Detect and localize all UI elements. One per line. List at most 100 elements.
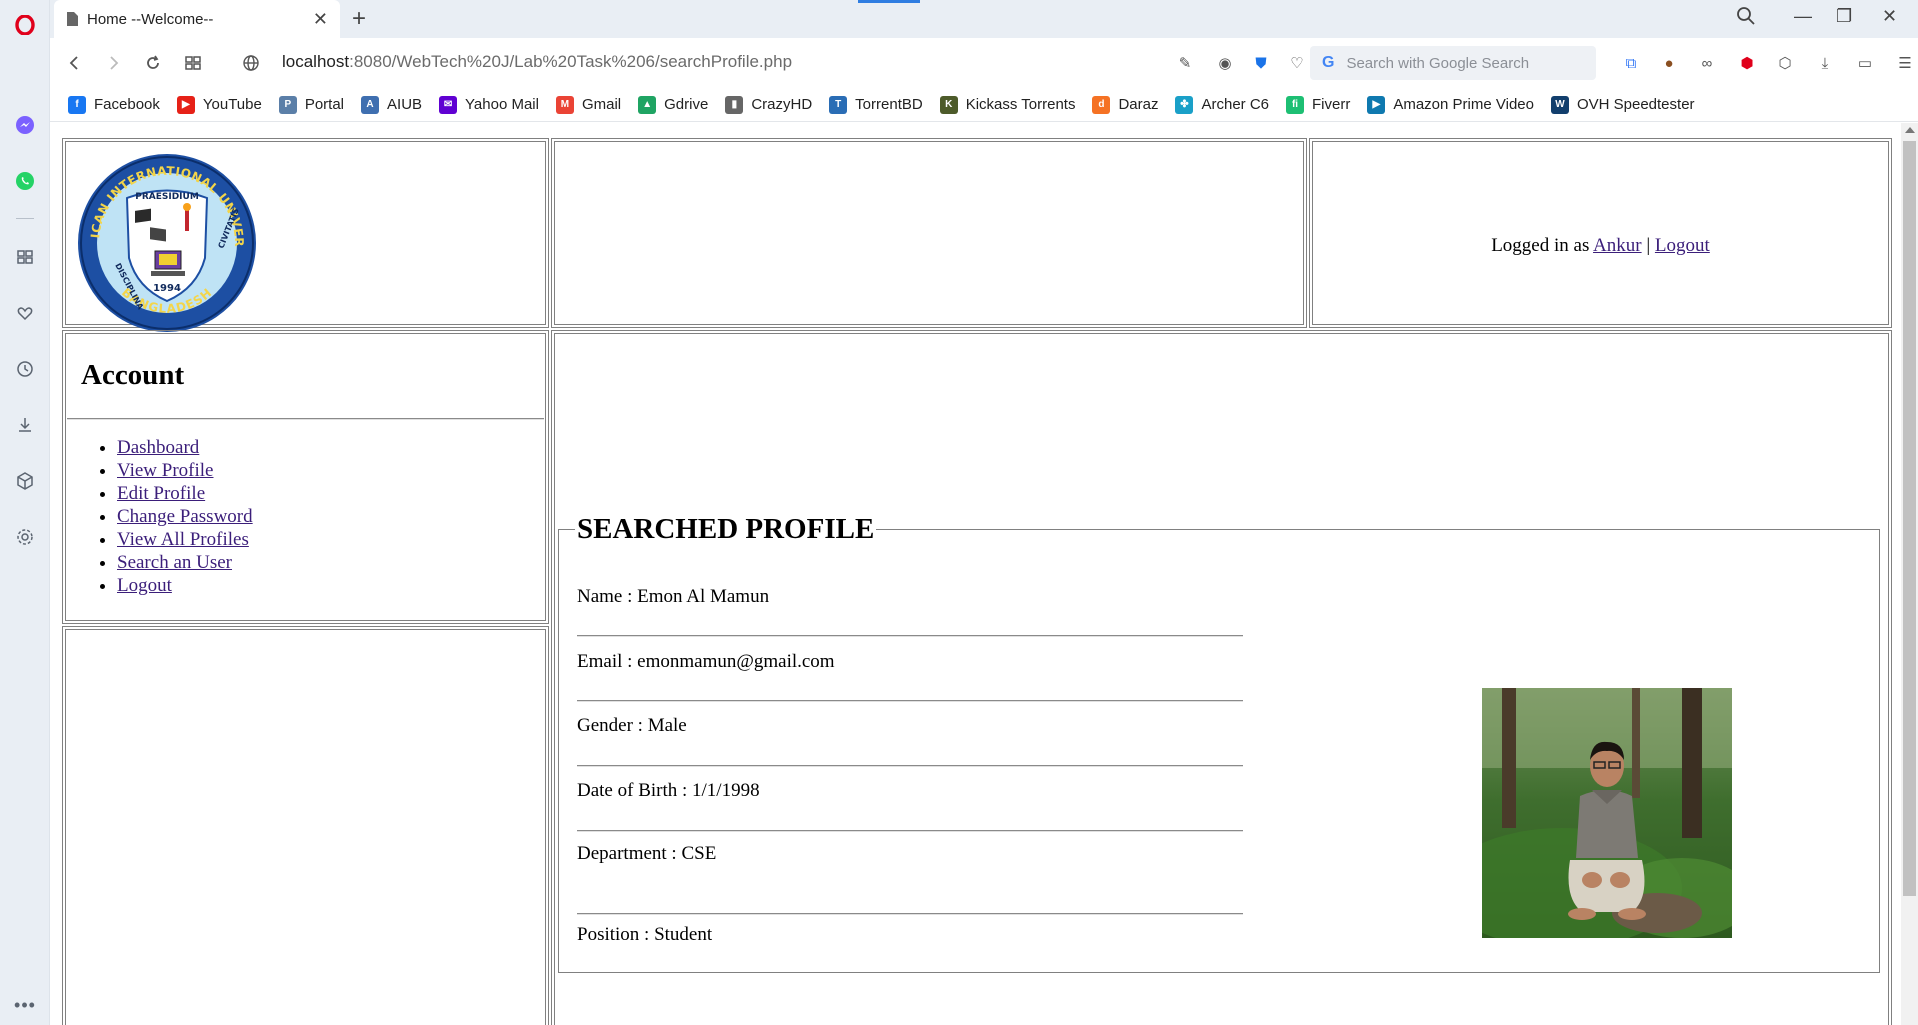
gmail-icon: M <box>555 95 574 114</box>
cube-extension-icon[interactable]: ⬡ <box>1772 50 1798 76</box>
page-scrollbar[interactable] <box>1901 123 1918 1025</box>
site-info-globe-icon[interactable] <box>238 50 264 76</box>
menu-item: View All Profiles <box>117 528 253 551</box>
bookmark-item[interactable]: ▶ Amazon Prime Video <box>1367 95 1534 114</box>
bookmark-item[interactable]: A AIUB <box>361 95 422 114</box>
menu-link-dashboard[interactable]: Dashboard <box>117 437 199 458</box>
bookmark-label: TorrentBD <box>855 96 923 113</box>
forward-icon[interactable] <box>100 50 126 76</box>
field-divider <box>577 700 1243 702</box>
new-tab-button[interactable]: + <box>352 5 366 33</box>
restore-icon[interactable]: ❐ <box>1836 6 1852 27</box>
profile-legend: SEARCHED PROFILE <box>577 513 875 545</box>
tabs-grid-icon[interactable] <box>180 50 206 76</box>
battery-saver-icon[interactable]: ▭ <box>1852 50 1878 76</box>
fiverr-icon: fi <box>1286 95 1305 114</box>
menu-link-logout[interactable]: Logout <box>117 575 172 596</box>
account-divider <box>67 418 544 420</box>
document-icon <box>67 12 78 26</box>
tab-loading-indicator <box>858 0 920 3</box>
cookie-extension-icon[interactable]: ● <box>1656 50 1682 76</box>
close-window-icon[interactable]: ✕ <box>1882 6 1897 27</box>
scroll-thumb[interactable] <box>1903 141 1916 896</box>
bookmark-item[interactable]: f Facebook <box>68 95 160 114</box>
bookmark-item[interactable]: T TorrentBD <box>829 95 923 114</box>
search-placeholder: Search with Google Search <box>1346 54 1530 72</box>
address-bar: localhost:8080/WebTech%20J/Lab%20Task%20… <box>50 38 1918 88</box>
download-icon[interactable]: ⤓ <box>1812 50 1838 76</box>
heart-icon[interactable] <box>10 298 40 328</box>
bookmark-label: CrazyHD <box>751 96 813 113</box>
scroll-up-arrow[interactable] <box>1905 127 1915 133</box>
reload-icon[interactable] <box>140 50 166 76</box>
bookmark-item[interactable]: P Portal <box>278 95 345 114</box>
field-divider <box>577 830 1243 832</box>
bookmark-heart-icon[interactable]: ♡ <box>1284 50 1310 76</box>
menu-link-change-password[interactable]: Change Password <box>117 506 253 527</box>
cell-inner <box>65 629 546 1025</box>
tab-home[interactable]: Home --Welcome-- ✕ <box>54 0 340 38</box>
bookmark-item[interactable]: M Gmail <box>555 95 622 114</box>
header-middle-cell <box>551 138 1307 328</box>
back-icon[interactable] <box>62 50 88 76</box>
bookmark-label: Fiverr <box>1312 96 1351 113</box>
bookmark-item[interactable]: fi Fiverr <box>1286 95 1351 114</box>
user-link[interactable]: Ankur <box>1593 235 1642 256</box>
bookmark-label: Gdrive <box>664 96 709 113</box>
snap-edit-icon[interactable]: ✎ <box>1172 50 1198 76</box>
bookmark-item[interactable]: K Kickass Torrents <box>939 95 1075 114</box>
translate-extension-icon[interactable]: ⧉ <box>1618 50 1644 76</box>
bookmark-item[interactable]: ▶ YouTube <box>176 95 262 114</box>
opera-logo-icon[interactable] <box>10 10 40 40</box>
bookmark-item[interactable]: d Daraz <box>1092 95 1158 114</box>
minimize-icon[interactable]: — <box>1794 6 1812 27</box>
messenger-icon[interactable] <box>10 110 40 140</box>
history-icon[interactable] <box>10 354 40 384</box>
bookmark-item[interactable]: ▮ CrazyHD <box>725 95 813 114</box>
speed-dial-icon[interactable] <box>10 242 40 272</box>
profile-gender: Gender : Male <box>577 715 687 736</box>
daraz-icon: d <box>1092 95 1111 114</box>
camera-icon[interactable]: ◉ <box>1212 50 1238 76</box>
archer-icon: ✤ <box>1175 95 1194 114</box>
bookmark-label: Gmail <box>581 96 622 113</box>
header-login-cell: Logged in as Ankur | Logout <box>1309 138 1892 328</box>
rail-divider <box>16 218 34 219</box>
account-menu: DashboardView ProfileEdit ProfileChange … <box>117 436 253 597</box>
url-host: localhost <box>282 52 350 71</box>
tab-title: Home --Welcome-- <box>87 10 214 28</box>
bookmark-label: OVH Speedtester <box>1576 96 1695 113</box>
bookmark-item[interactable]: ✉ Yahoo Mail <box>439 95 539 114</box>
bookmark-item[interactable]: ✤ Archer C6 <box>1175 95 1269 114</box>
crazyhd-icon: ▮ <box>725 95 744 114</box>
page-viewport: AMERICAN INTERNATIONAL UNIVERSITY BANGLA… <box>50 123 1918 1025</box>
web-search-input[interactable]: G Search with Google Search <box>1310 46 1596 80</box>
downloads-icon[interactable] <box>10 410 40 440</box>
adblock-extension-icon[interactable]: ⬢ <box>1734 50 1760 76</box>
menu-item: Change Password <box>117 505 253 528</box>
menu-item: View Profile <box>117 459 253 482</box>
tab-search-icon[interactable] <box>1736 6 1756 31</box>
yahoo-mail-icon: ✉ <box>439 95 458 114</box>
url-field[interactable]: localhost:8080/WebTech%20J/Lab%20Task%20… <box>282 52 792 72</box>
profile-name: Name : Emon Al Mamun <box>577 586 770 607</box>
menu-link-view-all-profiles[interactable]: View All Profiles <box>117 529 249 550</box>
field-divider <box>577 913 1243 915</box>
close-tab-icon[interactable]: ✕ <box>313 9 328 30</box>
vpn-shield-icon[interactable]: ⛊ <box>1248 50 1274 76</box>
bookmark-label: Portal <box>304 96 345 113</box>
settings-gear-icon[interactable] <box>10 522 40 552</box>
bookmark-item[interactable]: ▲ Gdrive <box>638 95 709 114</box>
menu-link-search-an-user[interactable]: Search an User <box>117 552 232 573</box>
more-options-icon[interactable]: ••• <box>10 990 40 1020</box>
whatsapp-icon[interactable] <box>10 166 40 196</box>
url-path: :8080/WebTech%20J/Lab%20Task%206/searchP… <box>349 52 793 71</box>
login-status: Logged in as Ankur | Logout <box>1310 235 1891 257</box>
menu-link-edit-profile[interactable]: Edit Profile <box>117 483 205 504</box>
extensions-cube-icon[interactable] <box>10 466 40 496</box>
easy-setup-icon[interactable]: ☰ <box>1892 50 1918 76</box>
vpn-extension-icon[interactable]: ∞ <box>1694 50 1720 76</box>
bookmark-item[interactable]: W OVH Speedtester <box>1550 95 1695 114</box>
header-logout-link[interactable]: Logout <box>1655 235 1710 256</box>
menu-link-view-profile[interactable]: View Profile <box>117 460 213 481</box>
